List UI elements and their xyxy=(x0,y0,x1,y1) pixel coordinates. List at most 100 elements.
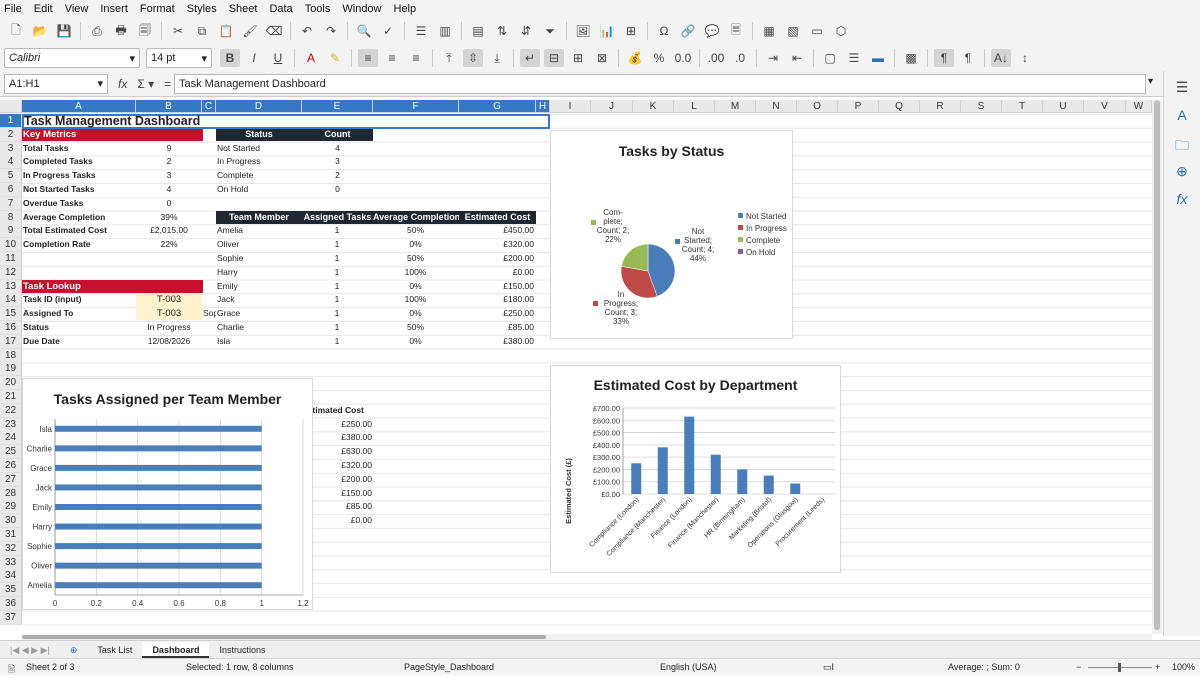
metric-label[interactable]: Total Tasks xyxy=(23,142,135,155)
team-table-cell[interactable]: 1 xyxy=(302,321,372,334)
font-color-icon[interactable]: A xyxy=(301,49,321,67)
team-table-cell[interactable]: 0% xyxy=(373,307,458,320)
row-header[interactable]: 6 xyxy=(0,183,22,197)
border-color-icon[interactable]: ▬ xyxy=(868,49,888,67)
team-table-header[interactable]: Team Member xyxy=(216,210,302,224)
paste-icon[interactable]: 📋 xyxy=(216,22,236,40)
lookup-value[interactable]: T-003 xyxy=(136,307,202,321)
save-icon[interactable]: 💾 xyxy=(54,22,74,40)
conditional-format-icon[interactable]: ▩ xyxy=(901,49,921,67)
row-header[interactable]: 27 xyxy=(0,472,22,487)
special-character-icon[interactable]: Ω xyxy=(654,22,674,40)
redo-icon[interactable]: ↷ xyxy=(321,22,341,40)
team-table-cell[interactable]: 1 xyxy=(302,238,372,251)
tab-instructions[interactable]: Instructions xyxy=(209,642,275,658)
zoom-in-icon[interactable]: + xyxy=(1155,662,1160,672)
team-table-cell[interactable]: 0% xyxy=(373,238,458,251)
team-table-cell[interactable]: Jack xyxy=(217,293,302,306)
lookup-label[interactable]: Status xyxy=(23,321,135,334)
column-header[interactable]: Q xyxy=(879,100,920,113)
scroll-thumb[interactable] xyxy=(22,635,546,639)
sort-descending-icon[interactable]: ⇵ xyxy=(516,22,536,40)
count-cell[interactable]: 0 xyxy=(302,183,373,196)
expand-formula-icon[interactable]: ▾ xyxy=(1148,76,1153,87)
team-table-cell[interactable]: 1 xyxy=(302,252,372,265)
column-header[interactable]: U xyxy=(1043,100,1084,113)
delete-decimal-icon[interactable]: .0 xyxy=(730,49,750,67)
row-header[interactable]: 19 xyxy=(0,362,22,377)
status-cell[interactable]: Not Started xyxy=(217,142,301,155)
scroll-thumb[interactable] xyxy=(1154,100,1160,630)
metric-value[interactable]: 2 xyxy=(136,155,202,168)
team-table-cell[interactable]: Amelia xyxy=(217,224,302,237)
comment-icon[interactable]: 💬 xyxy=(702,22,722,40)
autofilter-icon[interactable]: ⏷ xyxy=(540,22,560,40)
row-header[interactable]: 9 xyxy=(0,224,22,239)
name-box[interactable]: A1:H1 ▾ xyxy=(4,73,108,94)
metric-label[interactable]: Completion Rate xyxy=(23,238,135,251)
team-table-header[interactable]: Average Completion xyxy=(373,210,459,224)
team-table-cell[interactable]: £380.00 xyxy=(459,335,534,348)
team-table-cell[interactable]: £200.00 xyxy=(459,252,534,265)
row-header[interactable]: 3 xyxy=(0,141,22,156)
row-header[interactable]: 26 xyxy=(0,459,22,473)
clone-formatting-icon[interactable]: 🖌 xyxy=(240,22,260,40)
row-header[interactable]: 29 xyxy=(0,500,22,515)
row-header[interactable]: 16 xyxy=(0,321,22,335)
column-header[interactable]: O xyxy=(797,100,838,113)
column-header[interactable]: I xyxy=(550,100,591,113)
team-table-cell[interactable]: 50% xyxy=(373,252,458,265)
zoom-level[interactable]: 100% xyxy=(1172,662,1195,672)
row-header[interactable]: 15 xyxy=(0,307,22,322)
unmerge-cells-icon[interactable]: ⊠ xyxy=(592,49,612,67)
tab-nav-icon[interactable]: |◀ ◀ ▶ ▶| xyxy=(0,642,60,658)
row-header[interactable]: 10 xyxy=(0,238,22,253)
merge-center-icon[interactable]: ⊟ xyxy=(544,49,564,67)
column-header[interactable]: S xyxy=(961,100,1002,113)
page-style[interactable]: PageStyle_Dashboard xyxy=(404,662,494,672)
status-cell[interactable]: Complete xyxy=(217,169,301,182)
team-table-cell[interactable]: £450.00 xyxy=(459,224,534,237)
team-table-cell[interactable]: 1 xyxy=(302,224,372,237)
undo-icon[interactable]: ↶ xyxy=(297,22,317,40)
add-sheet-icon[interactable]: ⊕ xyxy=(60,642,88,658)
team-table-cell[interactable]: Sophie xyxy=(217,252,302,265)
header-footer-icon[interactable]: 🗏 xyxy=(726,22,746,40)
sum-icon[interactable]: Σ ▾ xyxy=(137,77,154,91)
metric-value[interactable]: 22% xyxy=(136,238,202,251)
team-table-cell[interactable]: Charlie xyxy=(217,321,302,334)
team-table-cell[interactable]: 1 xyxy=(302,293,372,306)
column-header[interactable]: A xyxy=(22,100,136,113)
column-header[interactable]: K xyxy=(633,100,674,113)
column-header[interactable]: E xyxy=(302,100,373,113)
bold-icon[interactable]: B xyxy=(220,49,240,67)
new-icon[interactable]: 🗋 xyxy=(6,22,26,40)
language[interactable]: English (USA) xyxy=(660,662,717,672)
menu-icon[interactable]: ☰ xyxy=(1174,79,1190,95)
row-header[interactable]: 25 xyxy=(0,445,22,460)
team-table-cell[interactable]: 0% xyxy=(373,335,458,348)
column-header[interactable]: G xyxy=(459,100,536,113)
lookup-value[interactable]: 12/08/2026 xyxy=(136,335,202,348)
column-header[interactable]: W xyxy=(1126,100,1152,113)
vertical-text-icon[interactable]: ↕ xyxy=(1015,49,1035,67)
lookup-overflow-text[interactable]: Sop xyxy=(203,307,216,320)
menu-styles[interactable]: Styles xyxy=(187,3,217,15)
decrease-indent-icon[interactable]: ⇤ xyxy=(787,49,807,67)
increase-indent-icon[interactable]: ⇥ xyxy=(763,49,783,67)
row-header[interactable]: 20 xyxy=(0,376,22,391)
vertical-scrollbar[interactable] xyxy=(1152,100,1162,634)
spelling-icon[interactable]: ✓ xyxy=(378,22,398,40)
zoom-slider-thumb[interactable] xyxy=(1118,663,1121,672)
selection-mode-icon[interactable]: ▭I xyxy=(823,662,834,673)
headers-icon[interactable]: ▤ xyxy=(468,22,488,40)
team-table-cell[interactable]: £250.00 xyxy=(459,307,534,320)
menu-tools[interactable]: Tools xyxy=(305,3,331,15)
menu-data[interactable]: Data xyxy=(269,3,292,15)
font-name-box[interactable]: Calibri ▾ xyxy=(4,48,140,68)
team-table-cell[interactable]: 1 xyxy=(302,335,372,348)
column-header[interactable]: C xyxy=(202,100,216,113)
team-table-cell[interactable]: Harry xyxy=(217,266,302,279)
column-header[interactable]: J xyxy=(591,100,633,113)
tab-task-list[interactable]: Task List xyxy=(87,642,142,658)
